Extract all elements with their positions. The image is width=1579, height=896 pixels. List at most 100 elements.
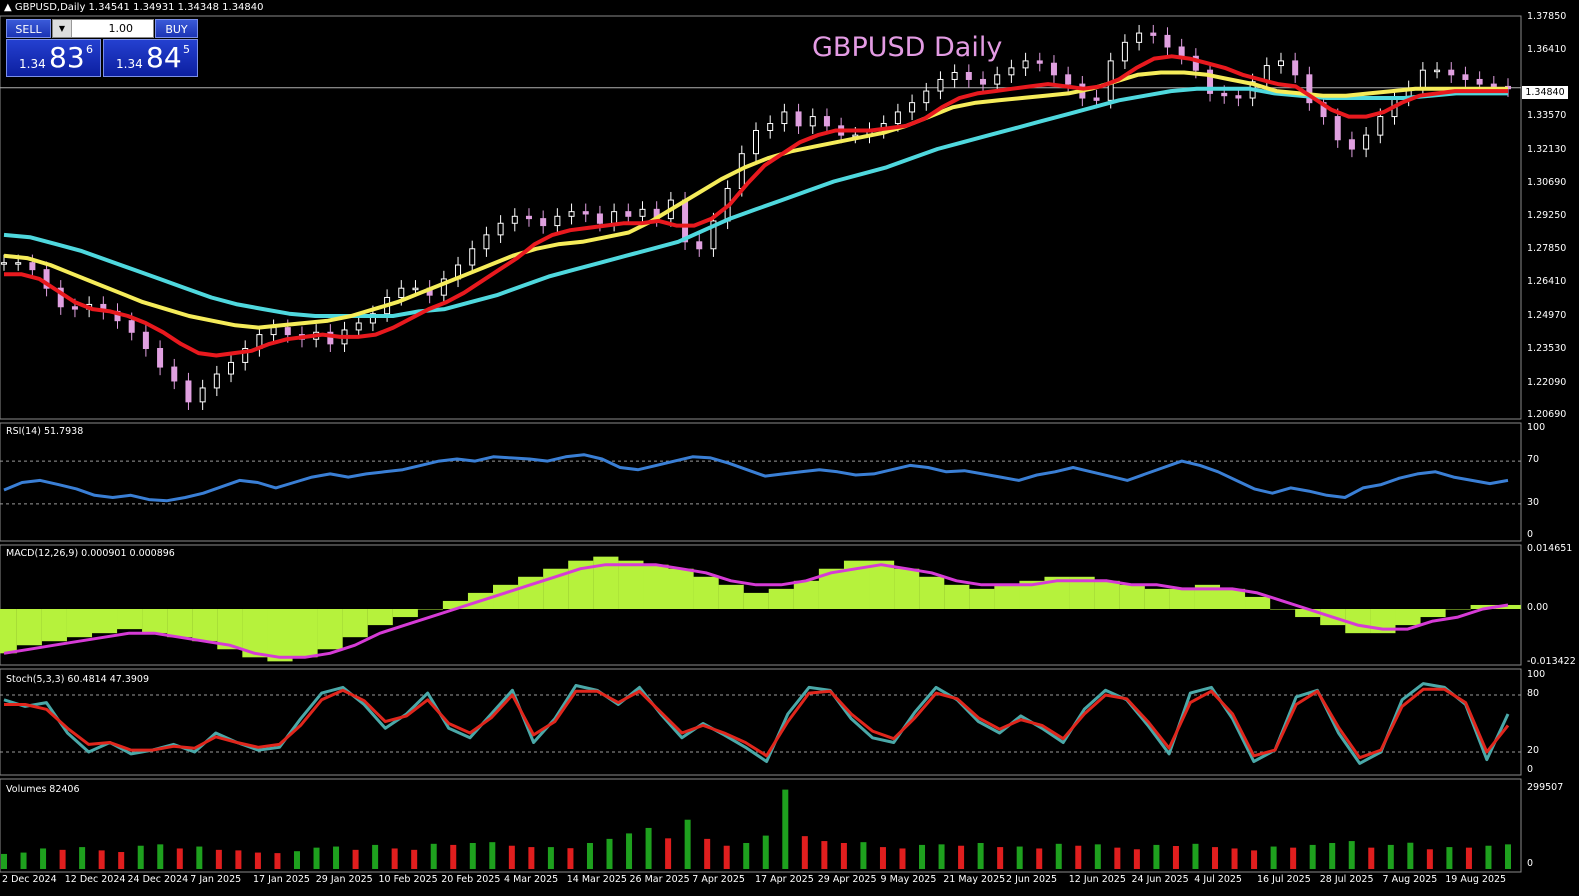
volume-bar [840,842,847,869]
candle-body [15,262,22,265]
macd-label: MACD(12,26,9) 0.000901 0.000896 [6,548,175,559]
date-axis-label: 19 Aug 2025 [1445,874,1507,885]
macd-histogram-bar [944,584,970,609]
candle-body [1377,116,1384,136]
macd-axis-label: 0.00 [1527,602,1549,613]
volume-axis-label: 299507 [1527,782,1564,793]
candle-body [1334,116,1341,141]
candle-body [980,78,987,85]
volume-bar [879,847,886,869]
volume-bar [958,845,965,869]
price-axis-label: 1.24970 [1527,309,1567,321]
lot-size-value[interactable]: 1.00 [109,20,134,37]
macd-histogram-bar [167,609,193,638]
macd-histogram-bar [693,576,719,609]
candle-body [894,111,901,125]
volume-bar [977,842,984,869]
macd-histogram-bar [1245,596,1271,609]
macd-histogram-bar [1119,584,1145,609]
candle-body [1490,83,1497,87]
volume-bar [860,842,867,869]
candle-body [951,72,958,80]
date-axis-label: 2 Jun 2025 [1006,874,1058,885]
volume-bar [586,842,593,869]
date-axis-label: 12 Jun 2025 [1068,874,1126,885]
price-axis-label: 1.27850 [1527,242,1567,254]
buy-price-prefix: 1.34 [116,57,143,71]
macd-histogram-bar [994,584,1020,609]
date-axis-label: 17 Apr 2025 [755,874,814,885]
volume-bar [567,848,574,869]
candle-body [199,387,206,403]
date-axis-label: 12 Dec 2024 [64,874,126,885]
volume-bar [1114,847,1121,869]
candle-body [483,234,490,250]
volume-bar [743,842,750,869]
volume-bar [98,850,105,869]
candle-body [1093,97,1100,101]
volume-bar [254,852,261,869]
candle-body [568,211,575,217]
volume-bar [1212,847,1219,869]
candle-body [1476,78,1483,85]
buy-button[interactable]: BUY [155,19,198,38]
candle-body [1164,34,1171,48]
macd-histogram-bar [1395,609,1421,626]
candle-body [1036,60,1043,64]
lot-dropdown-arrow-icon[interactable]: ▼ [53,20,72,37]
volume-bar [723,845,730,869]
candle-body [1121,41,1128,62]
candle-body [142,331,149,350]
sell-price-fraction: 6 [86,43,93,56]
candle-body [1221,92,1228,97]
volume-bar [40,848,47,869]
macd-histogram-bar [1445,609,1471,610]
volume-bar [801,836,808,869]
candle-body [228,361,235,375]
collapse-triangle-icon[interactable]: ▲ [4,2,12,13]
sell-quote-box[interactable]: 1.34 83 6 [6,39,101,77]
price-axis-label: 1.36410 [1527,44,1567,56]
date-axis-label: 17 Jan 2025 [253,874,310,885]
volume-bar [411,849,418,869]
macd-histogram-bar [117,609,143,630]
chart-canvas[interactable] [0,0,1579,896]
candle-body [909,102,916,113]
candle-body [355,322,362,331]
candle-body [185,380,192,403]
macd-histogram-bar [1270,609,1296,610]
candle-body [625,211,632,217]
ma-fast-line [4,54,1508,358]
volume-bar [176,848,183,869]
volume-bar [372,844,379,869]
volume-bar [79,847,86,869]
volume-bar [508,845,515,869]
volume-bar [293,851,300,869]
stoch-axis-label: 80 [1527,688,1540,699]
volume-bar [1348,841,1355,869]
candle-body [1348,139,1355,150]
lot-size-field[interactable]: ▼ 1.00 [52,19,154,38]
candle-body [1292,60,1299,76]
date-axis-label: 24 Dec 2024 [127,874,189,885]
volume-bar [821,841,828,869]
volume-bar [20,852,27,869]
sell-button[interactable]: SELL [6,19,51,38]
macd-histogram-bar [417,609,443,610]
buy-quote-box[interactable]: 1.34 84 5 [103,39,198,77]
candle-body [753,129,759,155]
candle-body [639,208,646,217]
macd-histogram-bar [41,609,67,642]
pane-frame [0,422,1522,542]
candle-body [994,74,1001,85]
volume-bar [899,848,906,869]
volume-bar [1485,845,1492,869]
macd-histogram-bar [142,609,168,634]
macd-histogram-bar [1144,588,1170,609]
volume-bar [1329,842,1336,869]
date-axis-label: 29 Apr 2025 [817,874,877,885]
volume-bar [1446,847,1453,869]
price-axis-label: 1.33570 [1527,110,1567,122]
macd-histogram-bar [743,592,769,609]
volume-bar [430,843,437,869]
